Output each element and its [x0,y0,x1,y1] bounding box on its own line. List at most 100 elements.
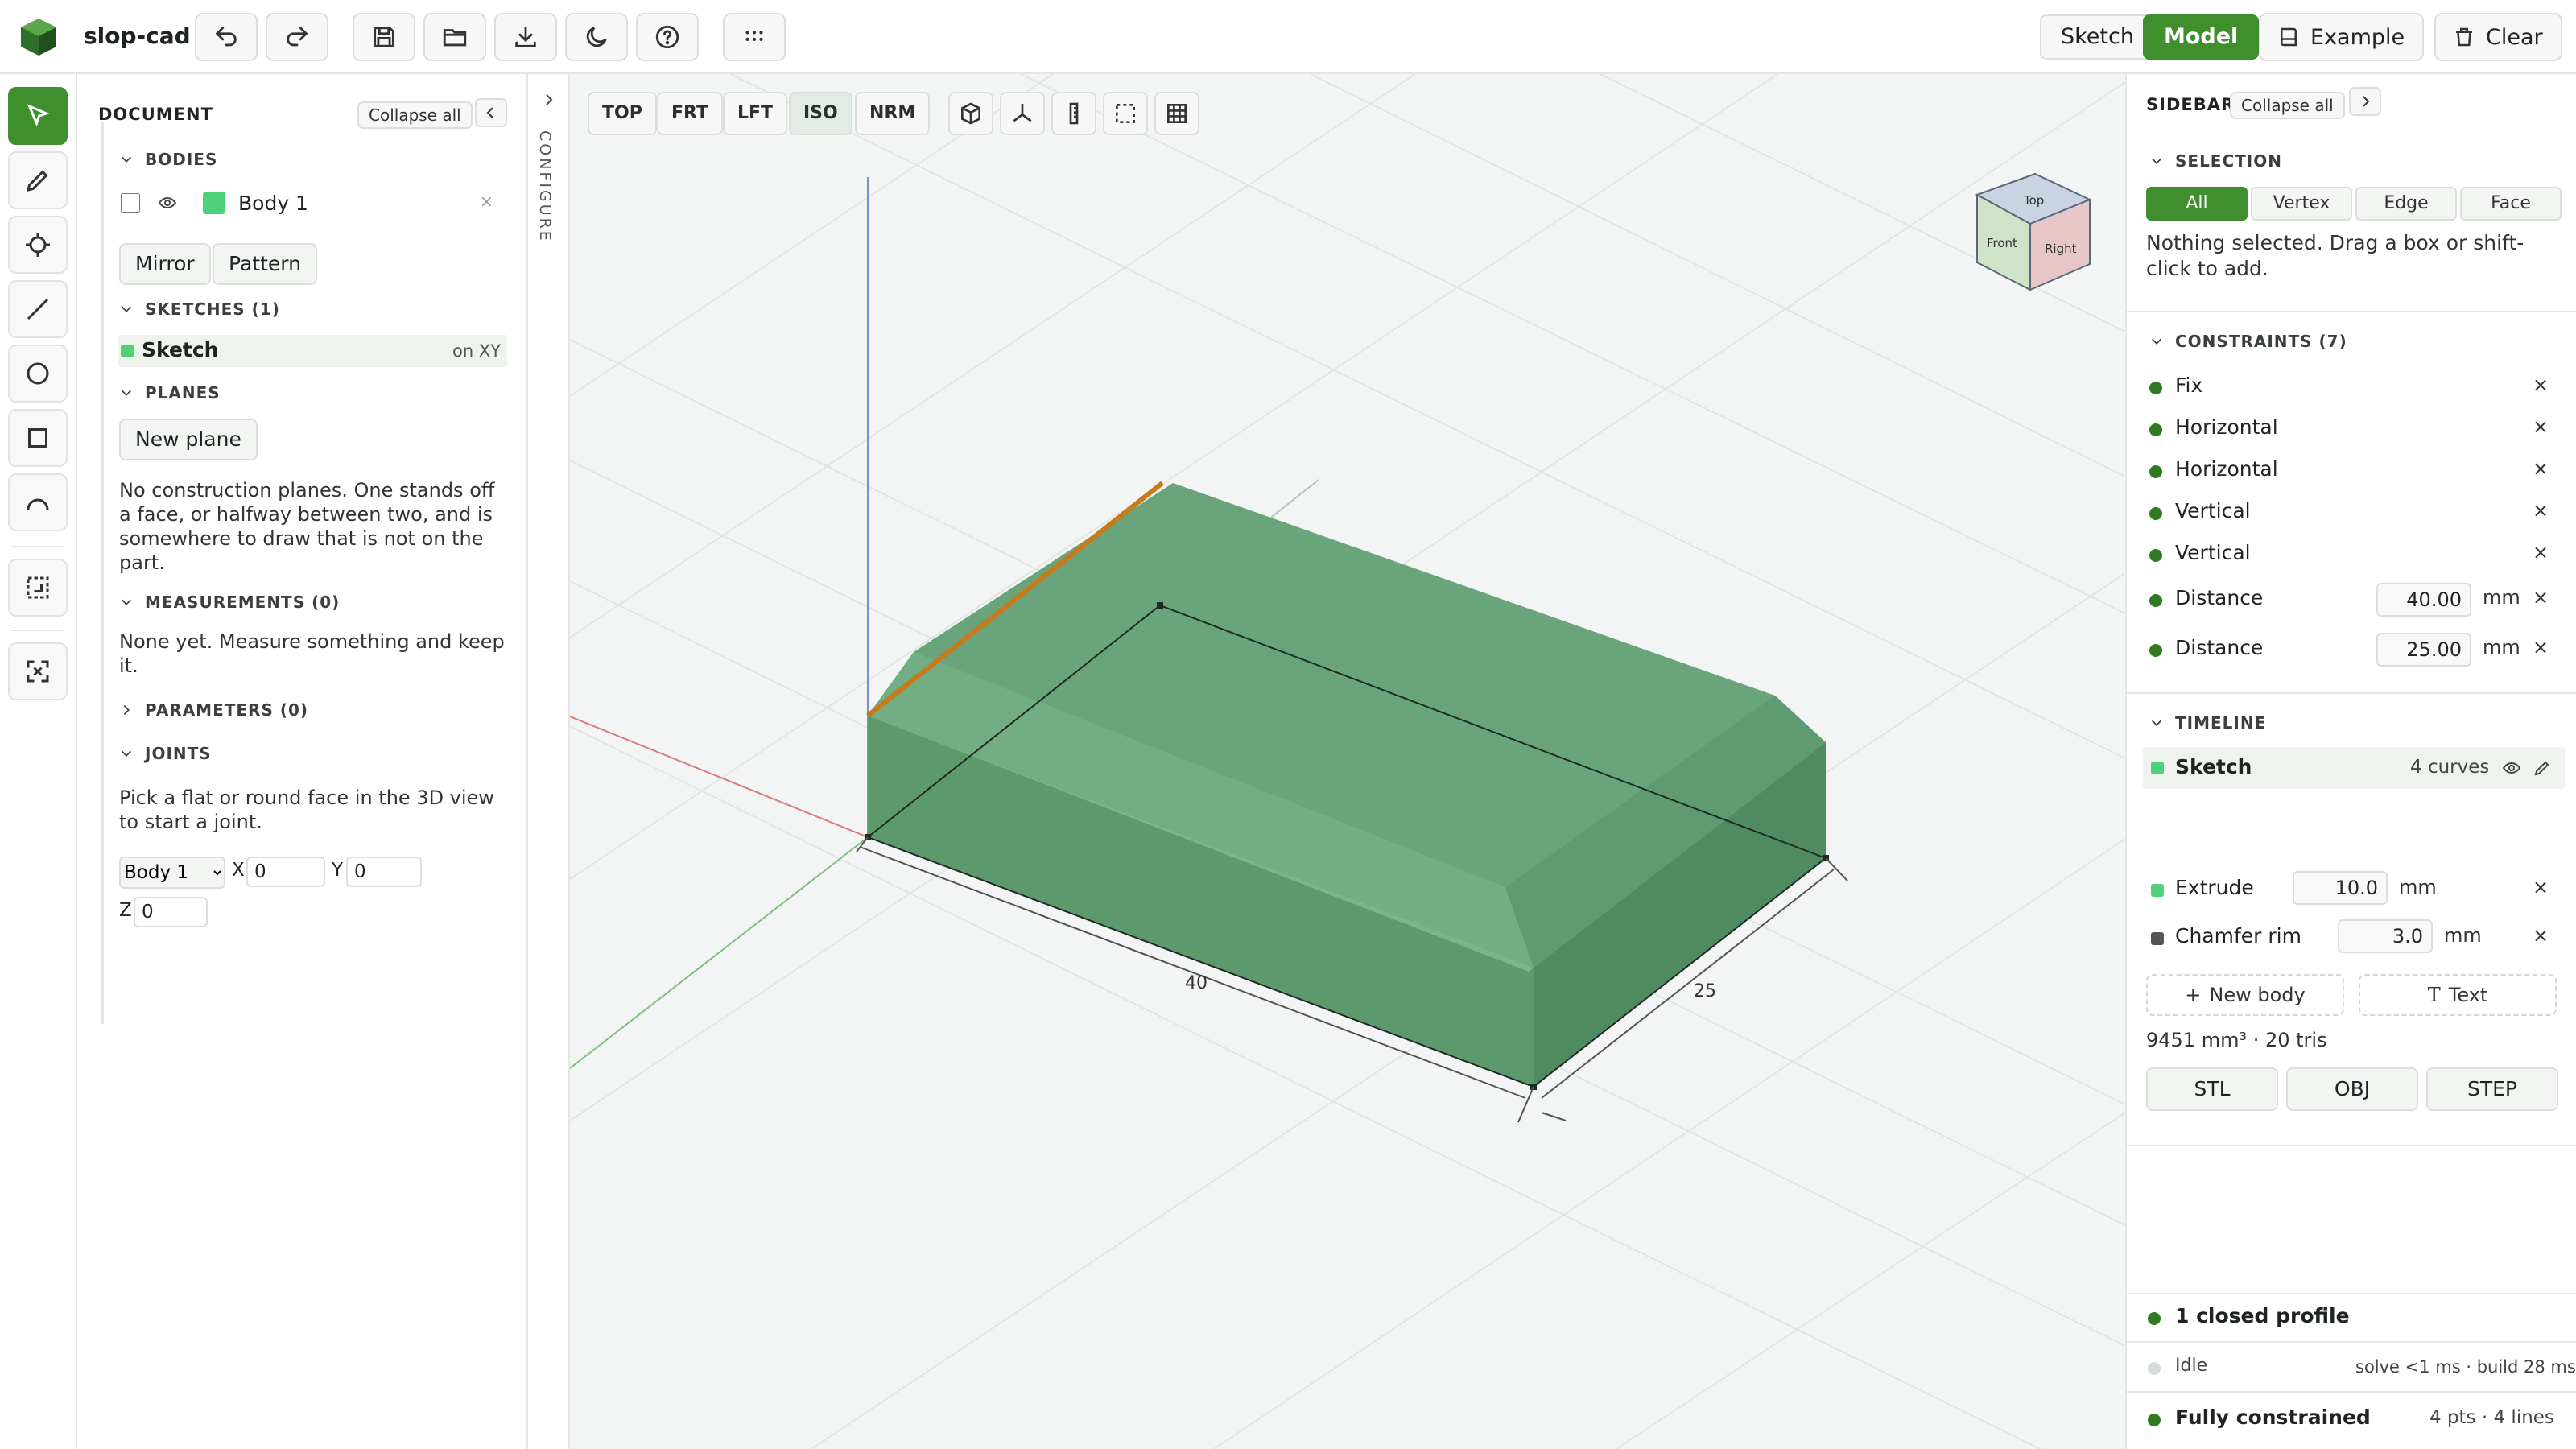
constraint-remove-button[interactable]: × [2533,499,2549,522]
export-step-button[interactable]: STEP [2426,1067,2558,1111]
export-obj-button[interactable]: OBJ [2286,1067,2418,1111]
selection-section-toggle[interactable]: SELECTION [2149,151,2282,171]
filter-edge-button[interactable]: Edge [2355,187,2457,221]
view-normal-button[interactable]: NRM [855,92,931,135]
view-iso-button[interactable]: ISO [789,92,852,135]
mirror-button[interactable]: Mirror [119,243,211,285]
planes-section-toggle[interactable]: PLANES [119,383,221,402]
constraints-section-toggle[interactable]: CONSTRAINTS (7) [2149,332,2347,351]
timeline-remove-button[interactable]: × [2533,876,2549,898]
scene-canvas[interactable]: 40 25 Top Front Right [570,74,2125,1449]
new-body-button[interactable]: + New body [2146,974,2344,1016]
3d-viewport[interactable]: 40 25 Top Front Right TOP FRT LFT ISO NR… [570,74,2125,1449]
clear-label: Clear [2486,24,2543,50]
circle-tool-button[interactable] [8,345,68,402]
box-select-button[interactable] [1103,92,1148,135]
measurements-section-toggle[interactable]: MEASUREMENTS (0) [119,592,340,612]
view-cube-top-label[interactable]: Top [2023,193,2044,208]
sketches-section-toggle[interactable]: SKETCHES (1) [119,299,280,319]
view-front-button[interactable]: FRT [657,92,723,135]
undo-button[interactable] [195,13,258,61]
select-tool-button[interactable] [8,87,68,145]
view-left-button[interactable]: LFT [723,92,788,135]
pattern-button[interactable]: Pattern [213,243,317,285]
view-cube-front-label[interactable]: Front [1987,236,2017,250]
axes-toggle-button[interactable] [1000,92,1045,135]
arc-tool-button[interactable] [8,473,68,531]
filter-all-button[interactable]: All [2146,187,2248,221]
body-checkbox[interactable] [121,193,140,213]
timeline-remove-button[interactable]: × [2533,924,2549,947]
constraint-remove-button[interactable]: × [2533,586,2549,609]
chevron-down-icon [121,390,132,396]
timeline-section-toggle[interactable]: TIMELINE [2149,713,2266,733]
help-button[interactable] [636,13,699,61]
view-cube-right-label[interactable]: Right [2045,242,2077,256]
joint-y-input[interactable] [346,857,422,887]
constraint-remove-button[interactable]: × [2533,415,2549,438]
view-cube[interactable]: Top Front Right [1975,172,2092,291]
joints-section-toggle[interactable]: JOINTS [119,744,212,763]
open-button[interactable] [423,13,486,61]
crosshair-icon [26,233,50,257]
chamfer-unit: mm [2444,924,2482,947]
parameters-section-toggle[interactable]: PARAMETERS (0) [119,700,308,720]
export-stl-button[interactable]: STL [2146,1067,2278,1111]
grid-toggle-button[interactable] [1154,92,1199,135]
constraint-label: Vertical [2175,499,2251,522]
extrude-value-input[interactable] [2293,871,2388,905]
point-tool-button[interactable] [8,216,68,274]
joint-body-select[interactable]: Body 1 [119,857,225,889]
redo-button[interactable] [266,13,328,61]
sidebar-expand-button[interactable] [2349,87,2381,116]
collapse-all-button[interactable]: Collapse all [357,101,473,129]
download-button[interactable] [494,13,557,61]
constraint-remove-button[interactable]: × [2533,541,2549,564]
chevron-right-icon[interactable] [541,92,557,108]
filter-face-button[interactable]: Face [2460,187,2562,221]
measure-button[interactable] [1051,92,1096,135]
wireframe-toggle-button[interactable] [948,92,993,135]
constraint-remove-button[interactable]: × [2533,457,2549,480]
sketch-list-item[interactable]: Sketch on XY [118,335,507,367]
constraints-header: CONSTRAINTS (7) [2175,332,2347,351]
new-plane-button[interactable]: New plane [119,419,258,460]
view-top-button[interactable]: TOP [588,92,657,135]
text-feature-button[interactable]: T Text [2359,974,2557,1016]
mode-sketch-button[interactable]: Sketch [2040,14,2155,60]
joint-z-input[interactable] [134,897,208,927]
constraint-remove-button[interactable]: × [2533,636,2549,658]
dimension-length-label[interactable]: 40 [1185,973,1208,993]
body-color-swatch[interactable] [203,192,225,214]
constraint-remove-button[interactable]: × [2533,374,2549,396]
clear-button[interactable]: Clear [2434,13,2562,61]
region-tool-button[interactable] [8,559,68,617]
timeline-item-sketch[interactable]: Sketch 4 curves [2143,747,2565,789]
constraint-status-dot [2149,465,2162,478]
sidebar-collapse-all-button[interactable]: Collapse all [2230,92,2345,119]
example-button[interactable]: Example [2259,13,2425,61]
eye-icon[interactable] [158,193,177,213]
rectangle-tool-button[interactable] [8,409,68,467]
configure-strip[interactable]: CONFIGURE [528,74,570,1449]
distance-value-input[interactable] [2376,633,2471,667]
chamfer-value-input[interactable] [2338,919,2433,953]
apps-button[interactable] [723,13,786,61]
eye-icon[interactable] [2502,758,2521,778]
plus-icon: + [2185,984,2202,1006]
fit-view-icon [27,660,49,683]
fit-view-button[interactable] [8,642,68,700]
line-tool-button[interactable] [8,280,68,338]
pencil-tool-button[interactable] [8,151,68,209]
collapse-panel-button[interactable] [475,98,507,127]
joint-x-input[interactable] [246,857,325,887]
distance-value-input[interactable] [2376,583,2471,617]
dimension-width-label[interactable]: 25 [1694,981,1716,1001]
theme-toggle-button[interactable] [565,13,628,61]
bodies-section-toggle[interactable]: BODIES [119,150,217,169]
pencil-icon[interactable] [2533,758,2552,778]
save-button[interactable] [353,13,415,61]
body-remove-button[interactable]: × [480,192,493,211]
mode-model-button[interactable]: Model [2143,14,2260,60]
filter-vertex-button[interactable]: Vertex [2251,187,2352,221]
